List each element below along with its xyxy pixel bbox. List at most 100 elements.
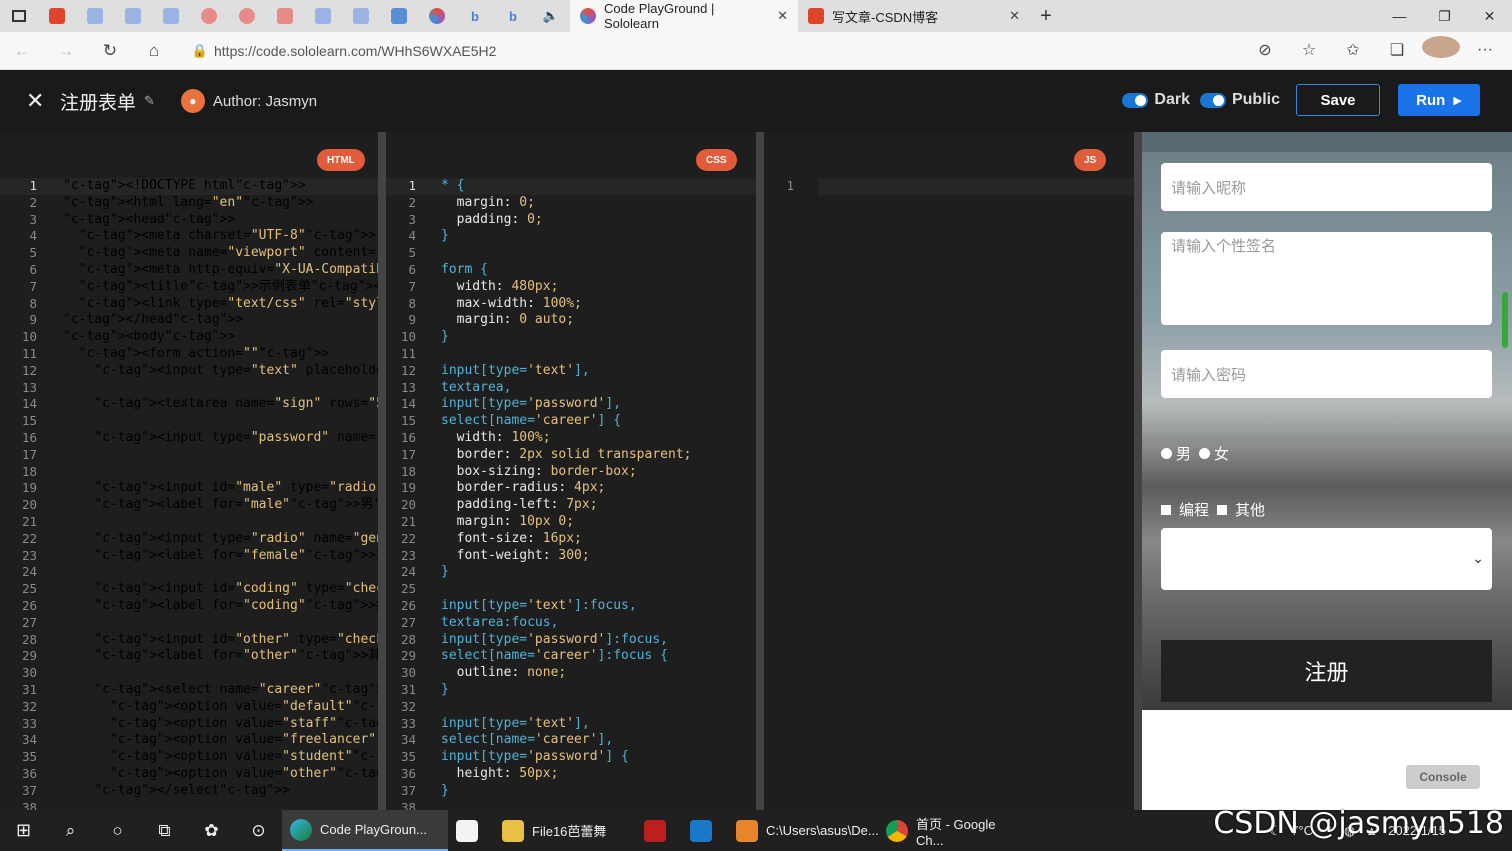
code-line[interactable] [63, 615, 378, 632]
password-input[interactable]: 请输入密码 [1161, 350, 1492, 398]
task-view-icon[interactable]: ⧉ [141, 810, 188, 851]
tab-actions-icon[interactable] [0, 0, 38, 32]
more-menu-icon[interactable]: ··· [1466, 41, 1504, 59]
code-line[interactable]: "c-tag"><input type="text" placeholder="… [63, 363, 378, 380]
code-line[interactable]: width: 480px; [441, 279, 691, 296]
sign-textarea[interactable]: 请输入个性签名 [1161, 232, 1492, 325]
female-label[interactable]: 女 [1214, 443, 1229, 464]
code-line[interactable]: border-radius: 4px; [441, 480, 691, 497]
code-line[interactable]: margin: 0; [441, 195, 691, 212]
code-line[interactable]: input[type='password']:focus, [441, 632, 691, 649]
author-label[interactable]: Author: Jasmyn [213, 93, 317, 110]
female-radio[interactable] [1199, 448, 1211, 459]
author-avatar[interactable]: ● [180, 89, 205, 113]
preview-scrollbar[interactable] [1502, 292, 1508, 348]
code-line[interactable]: "c-tag"><head"c-tag">> [63, 212, 378, 229]
profile-avatar[interactable] [1422, 36, 1460, 63]
code-line[interactable]: font-weight: 300; [441, 548, 691, 565]
app-icon-1[interactable]: ✿ [188, 810, 235, 851]
code-line[interactable]: "c-tag"><meta charset="UTF-8""c-tag">> [63, 228, 378, 245]
edit-title-icon[interactable]: ✎ [144, 93, 155, 109]
console-button[interactable]: Console [1406, 765, 1480, 789]
coding-label[interactable]: 编程 [1179, 499, 1209, 520]
pinned-tab-csdn[interactable] [38, 0, 76, 32]
code-line[interactable]: "c-tag"><option value="default""c-tag">>… [63, 699, 378, 716]
code-line[interactable]: input[type='password'], [441, 396, 691, 413]
code-line[interactable]: font-size: 16px; [441, 531, 691, 548]
code-line[interactable]: "c-tag"><input type="radio" name="gender… [63, 531, 378, 548]
pinned-tab-2[interactable] [114, 0, 152, 32]
close-tab-icon[interactable]: ✕ [777, 8, 788, 24]
start-icon[interactable]: ⊞ [0, 810, 47, 851]
back-icon[interactable]: ← [0, 41, 44, 61]
url-field[interactable]: 🔒 https://code.sololearn.com/WHhS6WXAE5H… [186, 37, 1250, 65]
code-line[interactable]: select[name='career'] { [441, 413, 691, 430]
pinned-tab-bing[interactable]: b [456, 0, 494, 32]
code-line[interactable]: "c-tag"><label for="coding""c-tag">>编程"c… [63, 598, 378, 615]
code-line[interactable]: "c-tag"><textarea name="sign" rows="5" c… [63, 396, 378, 413]
code-line[interactable]: "c-tag"><label for="male""c-tag">>男"c-ta… [63, 497, 378, 514]
taskbar-app-edge[interactable]: Code PlayGroun... [282, 810, 448, 851]
code-line[interactable]: outline: none; [441, 665, 691, 682]
code-line[interactable]: input[type='text'], [441, 716, 691, 733]
code-line[interactable]: margin: 0 auto; [441, 312, 691, 329]
tab-sololearn[interactable]: Code PlayGround | Sololearn ✕ [570, 0, 798, 32]
code-line[interactable]: input[type='text']:focus, [441, 598, 691, 615]
code-line[interactable] [441, 245, 691, 262]
add-favorite-icon[interactable]: ☆ [1290, 40, 1328, 60]
pinned-tab-6[interactable] [266, 0, 304, 32]
pinned-tab-9[interactable] [380, 0, 418, 32]
other-label[interactable]: 其他 [1235, 499, 1265, 520]
code-line[interactable]: max-width: 100%; [441, 296, 691, 313]
code-line[interactable]: "c-tag"><html lang="en""c-tag">> [63, 195, 378, 212]
code-line[interactable]: "c-tag"><option value="freelancer""c-tag… [63, 732, 378, 749]
code-line[interactable]: } [441, 783, 691, 800]
tab-csdn[interactable]: 写文章-CSDN博客 ✕ [798, 0, 1030, 32]
code-line[interactable]: * { [441, 178, 691, 195]
cortana-icon[interactable]: ○ [94, 810, 141, 851]
code-line[interactable] [63, 514, 378, 531]
collections-icon[interactable]: ❏ [1378, 40, 1416, 60]
pinned-tab-3[interactable] [152, 0, 190, 32]
pinned-tab-bing-2[interactable]: b [494, 0, 532, 32]
code-line[interactable] [63, 564, 378, 581]
pinned-tab-1[interactable] [76, 0, 114, 32]
code-line[interactable]: } [441, 682, 691, 699]
public-toggle[interactable]: Public [1199, 91, 1280, 109]
code-line[interactable]: "c-tag"></head"c-tag">> [63, 312, 378, 329]
code-line[interactable]: height: 50px; [441, 766, 691, 783]
code-line[interactable] [63, 380, 378, 397]
nickname-input[interactable]: 请输入昵称 [1161, 163, 1492, 211]
code-line[interactable]: "c-tag"><meta name="viewport" content="w… [63, 245, 378, 262]
taskbar-app-explorer[interactable]: File16芭蕾舞 [494, 810, 636, 851]
speaker-icon[interactable]: 🔈 [532, 0, 570, 32]
refresh-icon[interactable]: ↻ [88, 41, 132, 61]
coding-checkbox[interactable] [1161, 504, 1171, 515]
tracking-prevention-icon[interactable]: ⊘ [1246, 40, 1284, 60]
male-label[interactable]: 男 [1176, 443, 1191, 464]
close-icon[interactable]: ✕ [26, 88, 50, 114]
dark-switch[interactable] [1122, 92, 1149, 108]
code-line[interactable]: "c-tag"><label for="female""c-tag">>女"c-… [63, 548, 378, 565]
code-line[interactable] [441, 799, 691, 810]
code-line[interactable]: "c-tag"><!DOCTYPE html"c-tag">> [63, 178, 378, 195]
taskbar-app-mail[interactable] [682, 810, 728, 851]
html-editor-pane[interactable]: HTML 1 2 3 4 5 6 7 8 9 10 11 12 13 14 15 16 17 18 19 20 21 22… [0, 132, 378, 810]
code-line[interactable]: "c-tag"><body"c-tag">> [63, 329, 378, 346]
pinned-tab-5[interactable] [228, 0, 266, 32]
code-line[interactable]: "c-tag"><input type="password" name="pas… [63, 430, 378, 447]
code-line[interactable]: } [441, 329, 691, 346]
pane-divider[interactable] [756, 132, 764, 810]
code-line[interactable]: "c-tag"><input id="male" type="radio" na… [63, 480, 378, 497]
code-line[interactable]: box-sizing: border-box; [441, 464, 691, 481]
career-select[interactable]: ⌄ [1161, 528, 1492, 590]
code-line[interactable]: textarea:focus, [441, 615, 691, 632]
app-icon-2[interactable]: ⊙ [235, 810, 282, 851]
home-icon[interactable]: ⌂ [132, 41, 176, 61]
code-line[interactable]: "c-tag"><input id="other" type="checkbox… [63, 632, 378, 649]
taskbar-app-filezilla[interactable] [636, 810, 682, 851]
favorites-icon[interactable]: ✩ [1334, 40, 1372, 60]
code-line[interactable]: } [441, 228, 691, 245]
code-line[interactable]: input[type='text'], [441, 363, 691, 380]
code-line[interactable]: width: 100%; [441, 430, 691, 447]
